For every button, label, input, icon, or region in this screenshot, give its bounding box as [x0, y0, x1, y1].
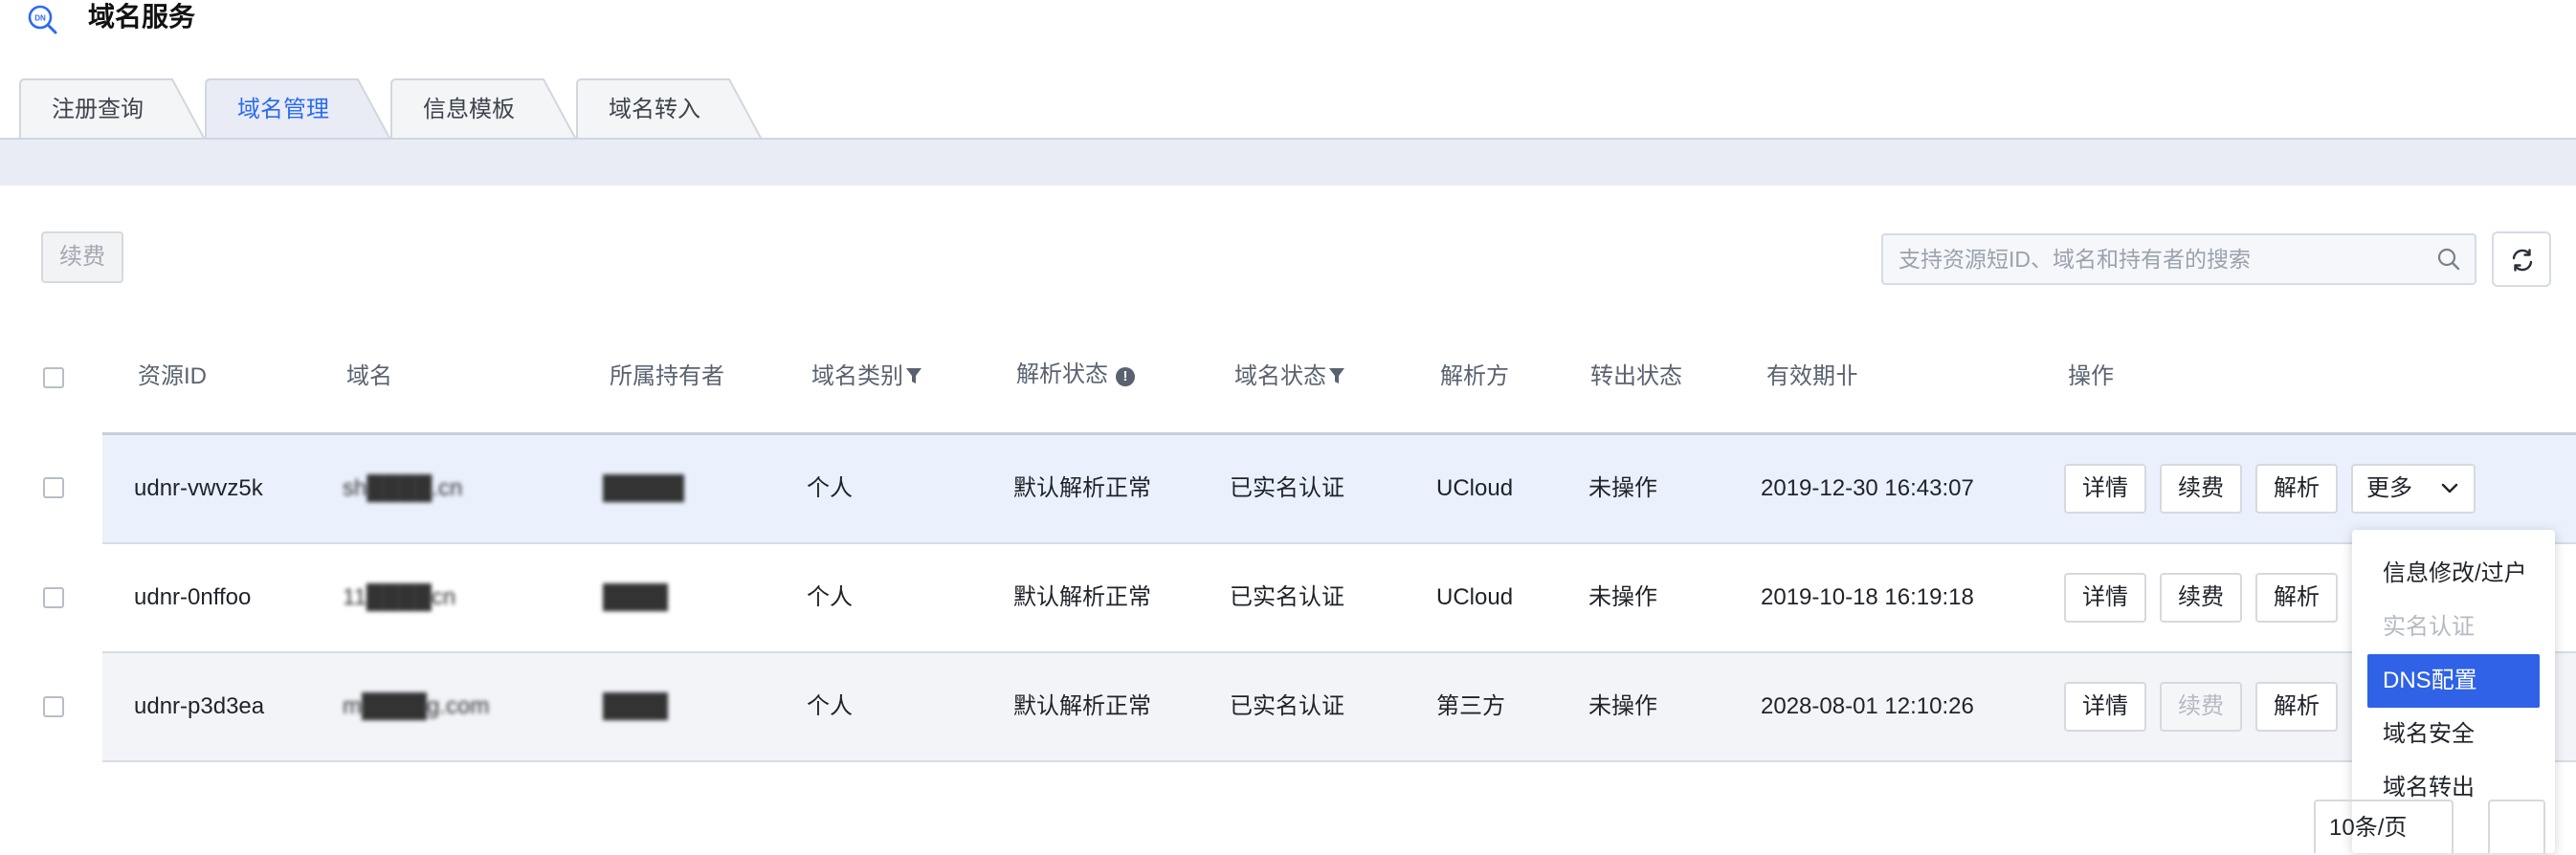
row-checkbox[interactable] — [43, 696, 64, 717]
domain-type: 个人 — [807, 584, 853, 610]
resource-id: udnr-p3d3ea — [134, 693, 265, 719]
detail-button[interactable]: 详情 — [2064, 682, 2146, 732]
table-row[interactable]: udnr-vwvz5k sh████.cn █████ 个人 默认解析正常 已实… — [102, 435, 2576, 544]
page-header: DN 域名服务 — [0, 0, 2576, 40]
owner-name: ████ — [603, 693, 669, 719]
tab-bar: 注册查询 域名管理 信息模板 域名转入 — [0, 67, 2576, 140]
detail-button[interactable]: 详情 — [2064, 464, 2146, 514]
column-header-owner: 所属持有者 — [610, 363, 724, 389]
info-icon[interactable]: ! — [1116, 367, 1135, 386]
renew-button[interactable]: 续费 — [2160, 464, 2242, 514]
column-header-domain-status-label: 域名状态 — [1234, 363, 1326, 389]
tab-content-bar — [0, 138, 2576, 186]
column-header-domain: 域名 — [346, 363, 392, 389]
domain-name: sh████.cn — [343, 475, 463, 501]
resolve-status: 默认解析正常 — [1013, 475, 1151, 501]
more-button[interactable]: 更多 — [2351, 464, 2476, 514]
batch-renew-button[interactable]: 续费 — [41, 231, 123, 283]
row-checkbox[interactable] — [43, 477, 64, 498]
tab-label: 信息模板 — [423, 97, 515, 122]
next-page-button[interactable] — [2488, 800, 2545, 853]
domain-status: 已实名认证 — [1230, 693, 1344, 719]
row-checkbox[interactable] — [43, 587, 64, 608]
tab-domain-transfer-in[interactable]: 域名转入 — [576, 78, 783, 140]
column-header-actions: 操作 — [2068, 363, 2114, 389]
tab-label: 注册查询 — [52, 97, 144, 122]
resolve-button[interactable]: 解析 — [2255, 682, 2338, 732]
transfer-status: 未操作 — [1588, 693, 1657, 719]
column-header-type-label: 域名类别 — [811, 363, 903, 389]
owner-name: ████ — [603, 584, 669, 610]
transfer-status: 未操作 — [1588, 475, 1657, 501]
domain-type: 个人 — [807, 693, 853, 719]
resource-id: udnr-vwvz5k — [134, 475, 263, 501]
page-size-select[interactable]: 10条/页 — [2314, 800, 2454, 853]
renew-button[interactable]: 续费 — [2160, 573, 2242, 623]
resolve-status: 默认解析正常 — [1013, 584, 1151, 610]
domain-status: 已实名认证 — [1230, 475, 1344, 501]
domain-type: 个人 — [807, 475, 853, 501]
renew-button: 续费 — [2160, 682, 2242, 732]
expiry-time: 2028-08-01 12:10:26 — [1761, 693, 1974, 719]
column-header-resolver: 解析方 — [1440, 363, 1509, 389]
search-icon[interactable] — [2436, 247, 2461, 272]
more-button-label: 更多 — [2366, 475, 2412, 501]
select-all-checkbox[interactable] — [43, 367, 64, 388]
expiry-time: 2019-10-18 16:19:18 — [1761, 584, 1974, 610]
domain-name: m████g.com — [343, 693, 490, 719]
refresh-icon — [2512, 249, 2533, 272]
menu-item-domain-security[interactable]: 域名安全 — [2367, 708, 2540, 761]
resolve-button[interactable]: 解析 — [2255, 573, 2338, 623]
tab-register-query[interactable]: 注册查询 — [19, 78, 226, 140]
filter-icon[interactable] — [905, 366, 922, 385]
transfer-status: 未操作 — [1588, 584, 1657, 610]
table-row[interactable]: udnr-0nffoo 11████cn ████ 个人 默认解析正常 已实名认… — [102, 544, 2576, 653]
search-input[interactable] — [1899, 235, 2415, 283]
resolver: 第三方 — [1436, 693, 1505, 719]
dns-search-icon: DN — [28, 5, 57, 34]
column-header-resolve-status-label: 解析状态 — [1016, 362, 1108, 387]
resolve-button[interactable]: 解析 — [2255, 464, 2338, 514]
domain-status: 已实名认证 — [1230, 584, 1344, 610]
refresh-button[interactable] — [2492, 231, 2551, 287]
column-header-transfer-status: 转出状态 — [1590, 363, 1682, 389]
domain-name: 11████cn — [343, 584, 456, 610]
tab-domain-management[interactable]: 域名管理 — [205, 78, 411, 140]
column-header-expiry: 有效期卝 — [1766, 363, 1858, 389]
column-header-type: 域名类别 — [811, 360, 922, 394]
tab-info-template[interactable]: 信息模板 — [390, 78, 597, 140]
column-header-domain-status: 域名状态 — [1234, 360, 1345, 394]
page-title: 域名服务 — [88, 2, 196, 32]
svg-text:DN: DN — [34, 14, 46, 23]
table-row[interactable]: udnr-p3d3ea m████g.com ████ 个人 默认解析正常 已实… — [102, 653, 2576, 762]
menu-item-real-name-auth: 实名认证 — [2383, 614, 2475, 640]
expiry-time: 2019-12-30 16:43:07 — [1761, 475, 1974, 501]
column-header-resource-id: 资源ID — [138, 363, 207, 389]
column-header-resolve-status: 解析状态! — [1016, 358, 1135, 392]
row-divider — [102, 760, 2576, 762]
menu-item-dns-config[interactable]: DNS配置 — [2367, 654, 2540, 708]
detail-button[interactable]: 详情 — [2064, 573, 2146, 623]
filter-icon[interactable] — [1328, 366, 1345, 385]
resolver: UCloud — [1436, 475, 1514, 501]
resolve-status: 默认解析正常 — [1013, 693, 1151, 719]
chevron-down-icon — [2441, 483, 2458, 493]
menu-item-modify-info[interactable]: 信息修改/过户 — [2367, 547, 2540, 601]
search-box — [1881, 233, 2476, 285]
tab-label: 域名管理 — [237, 97, 329, 122]
owner-name: █████ — [603, 475, 685, 501]
resolver: UCloud — [1436, 584, 1514, 610]
tab-label: 域名转入 — [609, 97, 700, 122]
resource-id: udnr-0nffoo — [134, 584, 252, 610]
